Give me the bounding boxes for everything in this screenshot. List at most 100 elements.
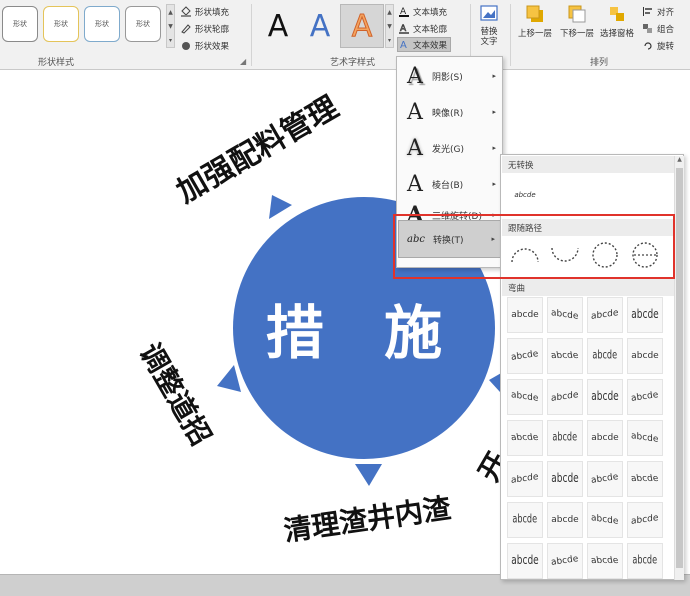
alt-text-label: 替换文字 xyxy=(480,27,498,47)
warp-tile[interactable]: abcde xyxy=(587,338,623,374)
wordart-style-blue[interactable]: A xyxy=(298,4,342,48)
warp-tile[interactable]: abcde xyxy=(587,379,623,415)
menu-item-glow[interactable]: A 发光(G) ▸ xyxy=(398,130,502,166)
warp-tile-label: abcde xyxy=(632,554,658,568)
svg-text:A: A xyxy=(400,40,407,50)
align-icon xyxy=(643,7,652,16)
wordart-gallery-scroll[interactable]: ▲ ▼ ▾ xyxy=(385,4,394,48)
wordart-style-black[interactable]: A xyxy=(256,4,300,48)
wordart-style-orange[interactable]: A xyxy=(340,4,384,48)
warp-tile[interactable]: abcde xyxy=(547,461,583,497)
warp-tile[interactable]: abcde xyxy=(507,543,543,579)
warp-tile[interactable]: abcde xyxy=(587,420,623,456)
warp-tile[interactable]: abcde xyxy=(627,461,663,497)
shape-fill-button[interactable]: 形状填充 xyxy=(180,4,229,19)
ribbon: 形状 形状 形状 形状 ▲ ▼ ▾ 形状填充 形状轮廓 形状效果 形状样式 ◢ A … xyxy=(0,0,690,70)
shape-style-tile-3[interactable]: 形状 xyxy=(84,6,120,42)
chevron-right-icon: ▸ xyxy=(492,108,496,116)
shape-style-tile-4[interactable]: 形状 xyxy=(125,6,161,42)
warp-tile-label: abcde xyxy=(550,554,580,568)
warp-tile[interactable]: abcde xyxy=(547,502,583,538)
warp-tile[interactable]: abcde xyxy=(507,461,543,497)
transform-none[interactable]: abcde xyxy=(507,177,543,213)
shape-style-gallery-scroll[interactable]: ▲ ▼ ▾ xyxy=(166,4,175,48)
warp-tile-label: abcde xyxy=(551,472,579,486)
shape-style-tile-label: 形状 xyxy=(13,20,27,28)
warp-tile[interactable]: abcde xyxy=(507,379,543,415)
warp-tile[interactable]: abcde xyxy=(507,420,543,456)
chevron-up-icon: ▲ xyxy=(387,8,392,16)
warp-tile[interactable]: abcde xyxy=(627,502,663,538)
wordart-letter: A xyxy=(267,8,289,44)
warp-tile-label: abcde xyxy=(550,351,580,361)
warp-tile-label: abcde xyxy=(511,390,539,404)
shape-effects-button[interactable]: 形状效果 xyxy=(180,38,229,53)
text-effects-button[interactable]: A 文本效果 xyxy=(397,37,452,52)
menu-item-label: 阴影(S) xyxy=(432,72,463,83)
warp-tile-label: abcde xyxy=(591,390,619,404)
warp-tile[interactable]: abcde xyxy=(627,543,663,579)
reflection-icon: A xyxy=(407,99,423,125)
warp-tile-label: abcde xyxy=(591,308,619,322)
warp-tile-label: abcde xyxy=(511,310,539,320)
warp-tile[interactable]: abcde xyxy=(547,379,583,415)
shape-style-tile-label: 形状 xyxy=(136,20,150,28)
warp-tile[interactable]: abcde xyxy=(627,297,663,333)
bring-forward-label: 上移一层 xyxy=(518,29,553,39)
warp-tile[interactable]: abcde xyxy=(587,502,623,538)
text-outline-button[interactable]: A 文本轮廓 xyxy=(398,21,447,36)
warp-tile[interactable]: abcde xyxy=(627,379,663,415)
more-icon: ▾ xyxy=(387,36,391,44)
menu-item-reflection[interactable]: A 映像(R) ▸ xyxy=(398,94,502,130)
warp-tile[interactable]: abcde xyxy=(507,338,543,374)
warp-tile-label: abcde xyxy=(551,515,579,525)
scroll-thumb[interactable] xyxy=(676,168,683,568)
warp-tile[interactable]: abcde xyxy=(507,297,543,333)
warp-tile[interactable]: abcde xyxy=(627,338,663,374)
shape-style-tile-label: 形状 xyxy=(54,20,68,28)
warp-tile[interactable]: abcde xyxy=(587,297,623,333)
warp-tile-label: abcde xyxy=(631,308,659,322)
group-separator xyxy=(251,4,252,66)
text-effects-label: 文本效果 xyxy=(413,40,448,51)
warp-tile-label: abcde xyxy=(510,433,540,443)
align-button[interactable]: 对齐 xyxy=(642,4,674,19)
alt-text-button[interactable]: 替换文字 xyxy=(477,4,501,47)
group-label: 组合 xyxy=(657,24,675,35)
text-fill-icon: A xyxy=(399,7,409,17)
warp-tile[interactable]: abcde xyxy=(507,502,543,538)
chevron-right-icon: ▸ xyxy=(492,144,496,152)
selection-pane-button[interactable]: 选择窗格 xyxy=(600,4,634,39)
warp-tile[interactable]: abcde xyxy=(587,461,623,497)
warp-tile[interactable]: abcde xyxy=(627,420,663,456)
chevron-down-icon: ▼ xyxy=(387,22,392,30)
dialog-launcher-icon[interactable]: ◢ xyxy=(240,57,246,66)
shape-style-tile-1[interactable]: 形状 xyxy=(2,6,38,42)
warp-tile[interactable]: abcde xyxy=(547,543,583,579)
section-header-no-transform: 无转换 xyxy=(502,156,674,173)
warp-tile-label: abcde xyxy=(590,556,620,566)
text-outline-icon: A xyxy=(399,24,409,34)
submenu-scrollbar[interactable]: ▲ xyxy=(674,156,684,580)
warp-tile[interactable]: abcde xyxy=(547,420,583,456)
rotate-button[interactable]: 旋转 xyxy=(642,38,674,53)
send-backward-button[interactable]: 下移一层 xyxy=(560,4,594,39)
text-fill-button[interactable]: A 文本填充 xyxy=(398,4,447,19)
warp-tile[interactable]: abcde xyxy=(587,543,623,579)
bevel-icon: A xyxy=(407,171,423,197)
group-button[interactable]: 组合 xyxy=(642,21,674,36)
warp-tile-label: abcde xyxy=(591,513,619,527)
menu-item-label: 发光(G) xyxy=(432,144,464,155)
menu-item-label: 映像(R) xyxy=(432,108,464,119)
shape-outline-button[interactable]: 形状轮廓 xyxy=(180,21,229,36)
shape-outline-label: 形状轮廓 xyxy=(195,24,230,35)
shape-style-tile-2[interactable]: 形状 xyxy=(43,6,79,42)
wordart-letter: A xyxy=(351,8,373,44)
selection-pane-icon xyxy=(610,7,624,21)
warp-tile[interactable]: abcde xyxy=(547,338,583,374)
pencil-icon xyxy=(181,24,191,34)
warp-tile[interactable]: abcde xyxy=(547,297,583,333)
menu-item-shadow[interactable]: A 阴影(S) ▸ xyxy=(398,58,502,94)
menu-item-label: 棱台(B) xyxy=(432,180,464,191)
bring-forward-button[interactable]: 上移一层 xyxy=(518,4,552,39)
